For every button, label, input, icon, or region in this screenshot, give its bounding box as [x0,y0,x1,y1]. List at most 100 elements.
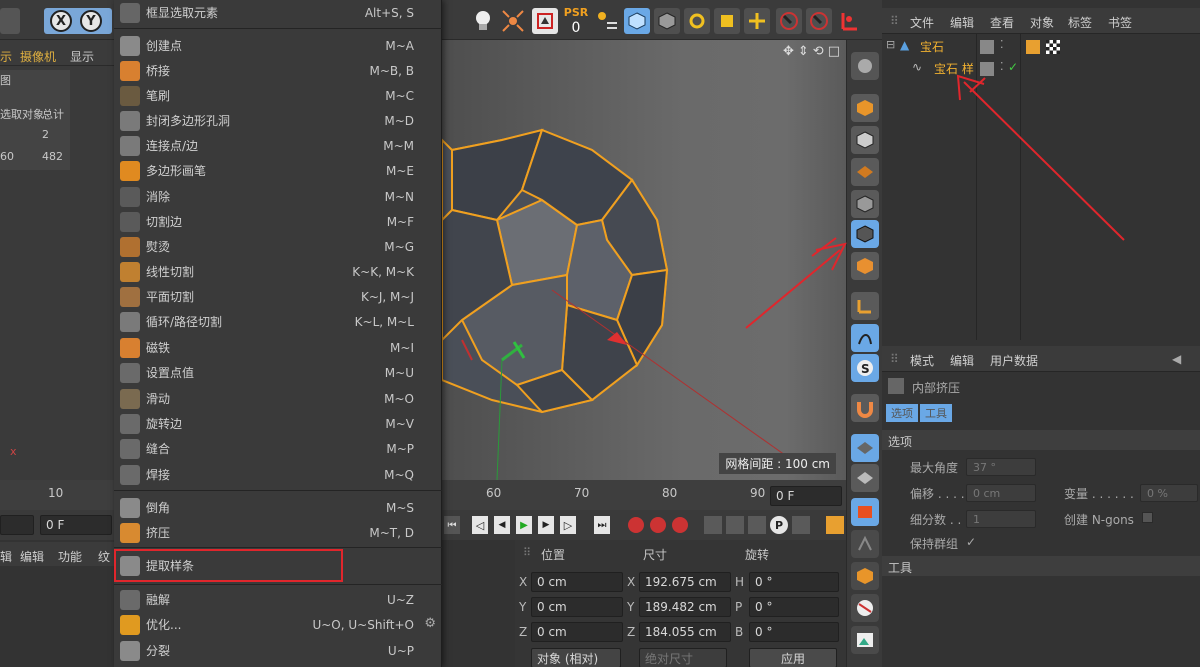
position-key-icon[interactable] [704,516,722,534]
layer-toggle-icon[interactable] [980,40,994,54]
image-icon[interactable] [851,626,879,654]
pla-key-icon[interactable] [792,516,810,534]
menu-item-bevel[interactable]: 倒角 M~S [114,495,442,520]
size-y-field[interactable]: 189.482 cm [639,597,731,617]
menu-item-connect[interactable]: 连接点/边 M~M [114,133,442,158]
menu-item-plane-cut[interactable]: 平面切割 K~J, M~J [114,284,442,309]
toolbar-edge-button[interactable] [0,8,20,34]
menu-item-magnet[interactable]: 磁铁 M~I [114,335,442,360]
pos-x-field[interactable]: 0 cm [531,572,623,592]
menu-item-function[interactable]: 功能 [58,548,82,565]
left-menu-item-display[interactable]: 显示 [70,48,94,65]
menu-item-cut[interactable]: 辑 [0,548,12,565]
section-options[interactable]: 选项 [882,430,1200,450]
gear-icon[interactable]: ⚙ [424,616,436,631]
left-menu-item-0[interactable]: 示 [0,48,12,65]
locked-workplane-icon[interactable] [851,464,879,492]
magnet-snap-icon[interactable] [851,394,879,422]
timeline-menu-icon[interactable] [826,516,844,534]
menu-item-frame-selected[interactable]: 框显选取元素 Alt+S, S [114,0,442,25]
left-menu-item-camera[interactable]: 摄像机 [20,48,56,65]
menu-item-melt[interactable]: 融解 U~Z [114,587,442,612]
axis-x-button[interactable]: X [50,10,72,32]
menu-user-data[interactable]: 用户数据 [990,352,1038,369]
visibility-dots-icon[interactable]: ⁚ [1000,60,1004,73]
menu-item-edit[interactable]: 编辑 [20,548,44,565]
max-angle-field[interactable]: 37 ° [966,458,1036,476]
paint-icon[interactable] [851,562,879,590]
snap-icon[interactable]: S [851,354,879,382]
polygon-mode-active-icon[interactable] [851,220,879,248]
menu-item-create-point[interactable]: 创建点 M~A [114,33,442,58]
menu-file[interactable]: 文件 [910,14,934,31]
menu-item-weld[interactable]: 焊接 M~Q [114,462,442,487]
size-z-field[interactable]: 184.055 cm [639,622,731,642]
edges-mode-icon[interactable] [851,126,879,154]
light-bulb-icon[interactable] [470,8,496,34]
menu-edit[interactable]: 编辑 [950,352,974,369]
rot-h-field[interactable]: 0 ° [749,572,839,592]
variance-field[interactable]: 0 % [1140,484,1198,502]
uv-mode-icon[interactable] [851,190,879,218]
menu-item-optimize[interactable]: 优化... U~O, U~Shift+O ⚙ [114,612,442,637]
enabled-check-icon[interactable]: ✓ [1008,60,1018,74]
menu-item-iron[interactable]: 熨烫 M~G [114,234,442,259]
apply-button[interactable]: 应用 [749,648,837,667]
texture-tag-icon[interactable] [1046,40,1060,54]
menu-item-stitch[interactable]: 缝合 M~P [114,436,442,461]
go-end-icon[interactable]: ⏭ [594,516,610,534]
prev-frame-icon[interactable]: ◀ [494,516,510,534]
viewport-solo-icon[interactable] [851,498,879,526]
floor-icon[interactable] [851,530,879,558]
go-start-icon[interactable]: ⏮ [444,516,460,534]
menu-item-loop-cut[interactable]: 循环/路径切割 K~L, M~L [114,309,442,334]
scale-tool-icon[interactable] [714,8,740,34]
rotation-key-icon[interactable] [748,516,766,534]
next-key-icon[interactable]: ▷ [560,516,576,534]
ball-icon[interactable] [851,594,879,622]
psr-indicator[interactable]: PSR 0 [562,6,590,38]
rotate-tool-icon[interactable] [684,8,710,34]
size-x-field[interactable]: 192.675 cm [639,572,731,592]
pos-y-field[interactable]: 0 cm [531,597,623,617]
workplane-icon[interactable] [851,434,879,462]
menu-item-bridge[interactable]: 桥接 M~B, B [114,58,442,83]
object-name[interactable]: 宝石 样 [934,60,974,77]
material-tag-icon[interactable] [1026,40,1040,54]
pos-z-field[interactable]: 0 cm [531,622,623,642]
section-tool[interactable]: 工具 [882,556,1200,576]
axis-gizmo-icon[interactable] [836,8,862,34]
auto-key-icon[interactable] [650,517,666,533]
tab-tool[interactable]: 工具 [920,404,952,422]
render-region-icon[interactable] [532,8,558,34]
create-ngons-checkbox[interactable] [1142,512,1153,523]
menu-item-extrude[interactable]: 挤压 M~T, D [114,520,442,545]
subdivision-field[interactable]: 1 [966,510,1036,528]
live-select-icon[interactable] [776,8,802,34]
object-mode-icon[interactable] [654,8,680,34]
record-key-icon[interactable] [628,517,644,533]
tab-options[interactable]: 选项 [886,404,918,422]
start-frame-field[interactable]: 0 F [40,515,112,535]
layer-toggle-icon[interactable] [980,62,994,76]
current-frame-field[interactable]: 0 F [770,486,842,506]
menu-item-set-point-value[interactable]: 设置点值 M~U [114,360,442,385]
keyframe-selection-icon[interactable] [672,517,688,533]
3d-viewport[interactable]: ✥ ⇕ ⟲ □ 网格间距 : 100 cm [442,40,846,480]
menu-item-line-cut[interactable]: 线性切割 K~K, M~K [114,259,442,284]
menu-item-dissolve[interactable]: 消除 M~N [114,184,442,209]
axis-mode-icon[interactable] [851,292,879,320]
snap-settings-icon[interactable] [594,8,620,34]
menu-objects[interactable]: 对象 [1030,14,1054,31]
points-mode-icon[interactable] [851,94,879,122]
gem-mesh[interactable] [442,40,846,480]
menu-item-spin-edge[interactable]: 旋转边 M~V [114,411,442,436]
menu-bookmarks[interactable]: 书签 [1108,14,1132,31]
preserve-groups-checkbox[interactable]: ✓ [966,535,976,549]
axis-y-button[interactable]: Y [80,10,102,32]
object-name[interactable]: 宝石 [920,38,944,55]
object-row[interactable]: ⊟ ▲ 宝石 [886,38,974,56]
menu-item-slide[interactable]: 滑动 M~O [114,386,442,411]
back-arrow-icon[interactable]: ◀ [1172,352,1181,366]
collapse-icon[interactable]: ⊟ [886,38,895,51]
